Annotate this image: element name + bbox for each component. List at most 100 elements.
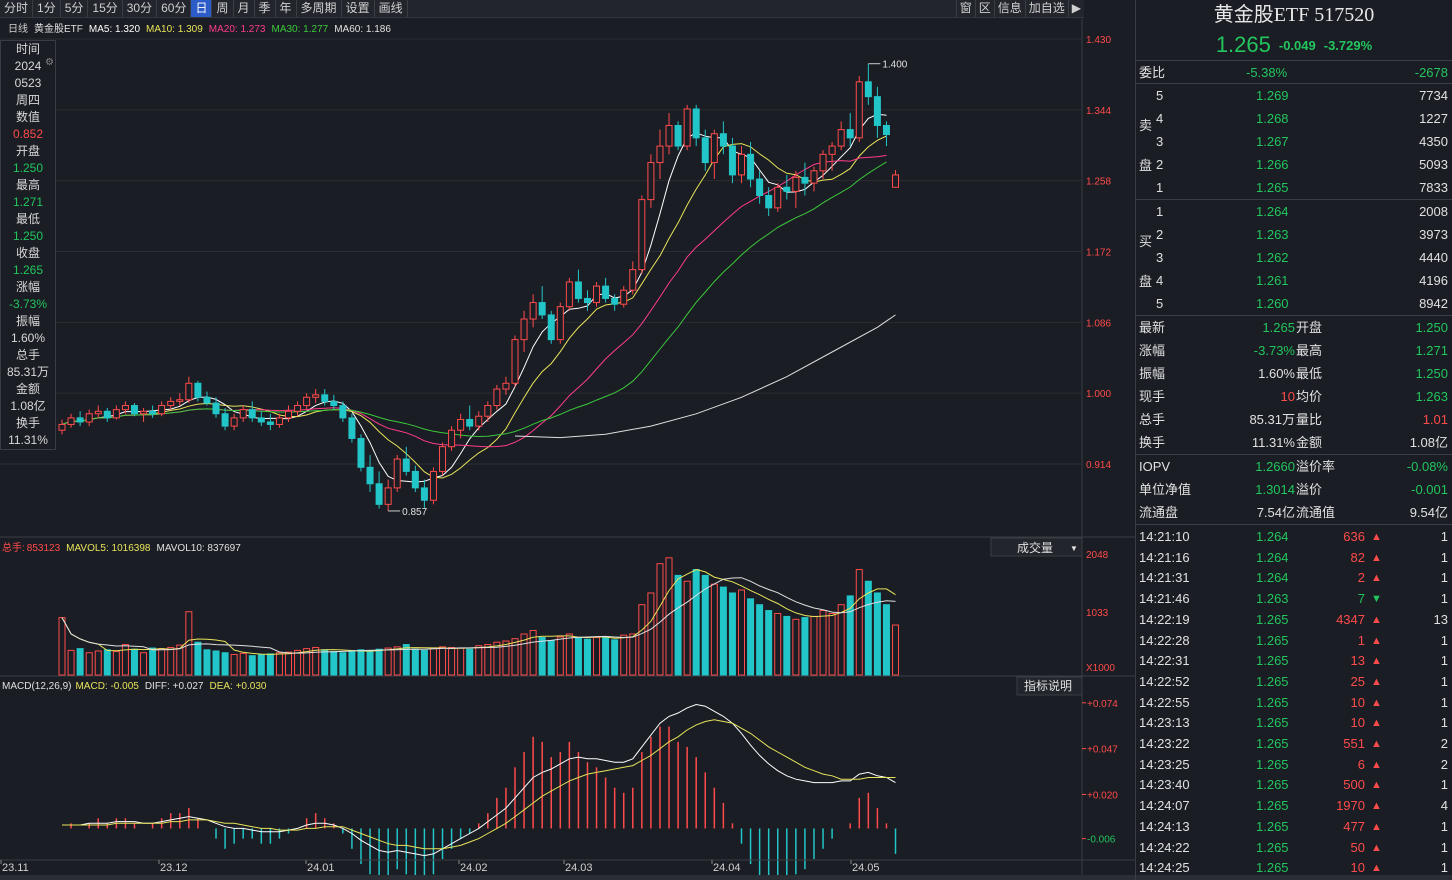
volume-bar: [683, 580, 691, 676]
period-tab-2[interactable]: 5分: [61, 0, 89, 17]
candle-body: [502, 382, 510, 390]
collapse-panel-icon[interactable]: ▶: [1067, 0, 1084, 17]
tick-volume: 10: [1350, 715, 1365, 731]
period-tab-5[interactable]: 60分: [157, 0, 192, 17]
volume-bar: [321, 649, 329, 676]
sell-price[interactable]: 1.265: [1256, 176, 1289, 199]
info-line: 换手: [15, 416, 40, 430]
candle-body: [402, 458, 410, 472]
toolbar-btn-2[interactable]: 信息: [993, 0, 1025, 17]
buy-price[interactable]: 1.262: [1256, 246, 1289, 269]
sell-price[interactable]: 1.266: [1256, 153, 1289, 176]
buy-volume: 2008: [1419, 204, 1448, 219]
period-tab-6[interactable]: 日: [191, 0, 213, 17]
tick-time: 14:22:31: [1139, 653, 1190, 669]
toolbar-btn-0[interactable]: 窗: [955, 0, 975, 17]
sell-volume: 1227: [1419, 111, 1448, 126]
candle-body: [529, 302, 537, 320]
candle: [448, 426, 456, 451]
diff-value: DIFF: +0.027: [145, 681, 204, 692]
period-toolbar: 分时 1分 5分 15分 30分 60分日周月季年多周期 设置 画线 窗区信息 加自选 ▶: [0, 0, 1084, 18]
tick-row: 14:24:07 1.265 1970 ▲ 4: [1136, 796, 1452, 817]
period-tab-3[interactable]: 15分: [88, 0, 123, 17]
dea-value: DEA: +0.030: [209, 681, 266, 692]
volume-bar: [484, 644, 492, 676]
period-tab-11[interactable]: 多周期: [297, 0, 342, 17]
price-tick-label: 1.172: [1086, 248, 1111, 259]
stat-value: 1.60%: [1258, 366, 1295, 381]
tick-time: 14:23:22: [1139, 736, 1190, 751]
buy-price[interactable]: 1.260: [1256, 292, 1289, 315]
toolbar-btn-1[interactable]: 区: [974, 0, 994, 17]
sell-price[interactable]: 1.268: [1256, 107, 1289, 130]
sell-price[interactable]: 1.267: [1256, 130, 1289, 153]
volume-bar: [692, 569, 700, 676]
kline-chart[interactable]: 1.430 1.344 1.258 1.172 1.086 1.000 0.914 日线 黄金股…: [0, 19, 1135, 876]
candle-body: [647, 162, 655, 201]
candle-body: [393, 458, 401, 489]
price-tick-label: 1.430: [1086, 35, 1111, 46]
legend-ma10: MA10: 1.309: [146, 24, 203, 35]
period-tab-10[interactable]: 年: [276, 0, 297, 17]
panel-tab-bar[interactable]: [1136, 875, 1452, 880]
period-tab-9[interactable]: 季: [255, 0, 276, 17]
tick-row: 14:21:46 1.263 7 ▼ 1: [1136, 589, 1452, 610]
volume-bar: [221, 652, 229, 676]
period-tab-12[interactable]: 设置: [342, 0, 375, 17]
period-tab-13[interactable]: 画线: [375, 0, 408, 17]
candle: [130, 403, 138, 417]
tick-row: 14:21:31 1.264 2 ▲ 1: [1136, 568, 1452, 589]
candle-body: [783, 186, 791, 192]
volume-bar: [882, 604, 890, 676]
candle-body: [801, 176, 809, 184]
candle-body: [58, 423, 66, 431]
info-line: 1.08亿: [10, 399, 46, 413]
buy-price[interactable]: 1.263: [1256, 223, 1289, 246]
tick-time: 14:23:40: [1139, 777, 1190, 793]
tick-price: 1.265: [1256, 715, 1289, 731]
candle-body: [312, 394, 320, 398]
volume-bar: [466, 648, 474, 676]
period-tab-4[interactable]: 30分: [123, 0, 158, 17]
nav-label: 溢价: [1296, 482, 1323, 497]
quote-body: 委比 -5.38% -2678 卖盘 5 1.269 7734 4 1.268 1227 3 1.26…: [1136, 60, 1452, 876]
tick-time: 14:24:22: [1139, 839, 1190, 855]
buy-level-row: 1 1.264 2008: [1136, 200, 1452, 223]
tick-list[interactable]: 14:21:10 1.264 636 ▲ 1 14:21:16 1.264 82 ▲ 1 14:21…: [1136, 524, 1452, 876]
tick-volume: 82: [1350, 549, 1365, 565]
sell-price[interactable]: 1.269: [1256, 84, 1289, 107]
stat-label: 总手: [1139, 412, 1166, 427]
gear-icon[interactable]: ⚙: [45, 54, 54, 71]
candle-body: [756, 178, 764, 196]
buy-price[interactable]: 1.264: [1256, 200, 1289, 223]
volume-bar: [810, 615, 818, 676]
tick-count: 2: [1440, 736, 1448, 751]
candle-body: [158, 405, 166, 415]
volume-bar: [756, 604, 764, 676]
vol-value: 853123: [27, 543, 61, 554]
tick-row: 14:23:13 1.265 10 ▲ 1: [1136, 713, 1452, 734]
candle-body: [574, 281, 582, 299]
volume-bar: [212, 650, 220, 676]
period-tab-0[interactable]: 分时: [0, 0, 34, 17]
period-tab-8[interactable]: 月: [234, 0, 255, 17]
toolbar-btn-3[interactable]: 加自选: [1024, 0, 1068, 17]
period-tab-1[interactable]: 1分: [33, 0, 61, 17]
nav-label: IOPV: [1139, 459, 1171, 474]
horizontal-scrollbar[interactable]: [0, 875, 1135, 880]
candle-body: [257, 417, 265, 423]
tick-time: 14:22:28: [1139, 632, 1190, 648]
volume-bar: [185, 611, 193, 676]
volume-bar: [149, 647, 157, 676]
sell-level: 2: [1156, 157, 1164, 172]
volume-bar: [574, 637, 582, 676]
arrow-up-icon: ▲: [1371, 696, 1382, 709]
candle-body: [303, 396, 311, 407]
candle-body: [366, 466, 374, 485]
mavol10: MAVOL10: 837697: [156, 543, 241, 554]
volume-bar: [457, 647, 465, 676]
period-tab-7[interactable]: 周: [212, 0, 234, 17]
buy-price[interactable]: 1.261: [1256, 269, 1289, 292]
sell-book: 卖盘 5 1.269 7734 4 1.268 1227 3 1.267 4350 2 1.266 50…: [1136, 83, 1452, 199]
tick-price: 1.265: [1256, 694, 1289, 710]
